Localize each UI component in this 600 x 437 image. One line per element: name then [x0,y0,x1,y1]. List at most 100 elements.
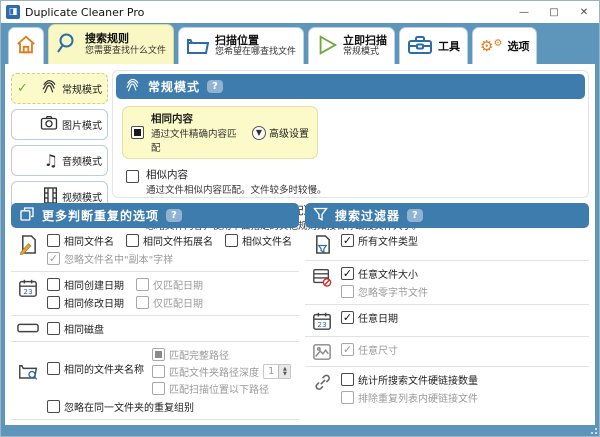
calendar-icon: 23 [309,310,335,331]
modified-date-only-label: 仅匹配日期 [153,295,203,310]
window-title: Duplicate Cleaner Pro [25,6,509,19]
sidebar-item-label: 图片模式 [62,117,102,132]
titlebar: ◨ Duplicate Cleaner Pro — □ ✕ [1,1,599,23]
tab-scan-now[interactable]: 立即扫描 常规模式 [308,27,395,64]
help-button[interactable]: ? [407,209,423,222]
same-folder-name-label: 相同的文件夹名称 [64,361,144,376]
tab-scan-now-label: 立即扫描 [343,34,387,48]
exclude-hardlinks-checkbox[interactable] [341,391,354,404]
tab-scan-location[interactable]: 扫描位置 您希望在哪查找文件 [178,27,304,64]
folder-group: 相同的文件夹名称 匹配完整路径 匹配文件夹路径深度 1 [11,342,299,420]
funnel-icon [313,207,328,225]
same-created-date-label: 相同创建日期 [64,277,124,292]
similar-content-checkbox[interactable] [126,170,139,183]
exclude-hardlinks-label: 排除重复列表内硬链接文件 [358,390,478,405]
hardlink-row: 统计所搜索文件硬链接数量 排除重复列表内硬链接文件 [305,367,589,410]
panel-title: 更多判断重复的选项 [42,207,159,224]
image-icon [309,342,335,361]
similar-filename-checkbox[interactable] [225,234,238,247]
tab-options[interactable]: ⚙⚙ 选项 [472,27,537,64]
tab-scan-location-subtitle: 您希望在哪查找文件 [215,47,296,58]
sidebar-item-audio-mode[interactable]: ♫ 音频模式 [11,145,108,176]
same-modified-date-label: 相同修改日期 [64,295,124,310]
option-similar-content[interactable]: 相似内容 通过文件相似内容匹配。文件较多时较慢。 [116,163,585,199]
fingerprint-icon [40,78,58,99]
size-list-icon [309,266,335,287]
all-file-types-checkbox[interactable] [341,234,354,247]
sidebar-item-image-mode[interactable]: 图片模式 [11,109,108,140]
close-button[interactable]: ✕ [569,1,599,23]
count-hardlinks-checkbox[interactable] [341,373,354,386]
match-depth-checkbox[interactable] [152,365,165,378]
status-strip [1,425,599,436]
any-date-checkbox[interactable] [341,311,354,324]
copy-pages-icon [19,206,35,225]
tab-search-rules[interactable]: 搜索规则 您需要查找什么文件 [48,24,174,64]
same-extension-checkbox[interactable] [126,234,139,247]
tab-tools[interactable]: 工具 [399,27,468,64]
regular-mode-panel: 常规模式 ? 相同内容 通过文件精确内容匹配 ▼ 高级设置 相似内容 通过文件 [112,70,589,198]
ignore-same-folder-label: 忽略在同一文件夹的重复组别 [64,399,194,414]
tab-options-label: 选项 [507,38,529,54]
resize-grip[interactable] [588,425,598,435]
music-note-icon: ♫ [44,153,58,169]
match-below-scan-label: 匹配扫描位置以下路径 [169,381,269,396]
search-filter-panel: 搜索过滤器 ? 所有文件类型 [305,203,589,421]
same-filename-checkbox[interactable] [47,234,60,247]
sidebar-item-label: 音频模式 [62,153,102,168]
ignore-copy-word-checkbox[interactable] [47,252,60,265]
ignore-same-folder-checkbox[interactable] [47,400,60,413]
depth-stepper[interactable]: 1 ▲▼ [263,364,291,379]
created-date-only-label: 仅匹配日期 [153,277,203,292]
match-below-scan-checkbox[interactable] [152,382,165,395]
same-disk-checkbox[interactable] [47,322,60,335]
match-full-path-radio[interactable] [152,348,165,361]
home-icon [15,34,37,59]
stepper-arrows-icon[interactable]: ▲▼ [278,365,290,378]
help-button[interactable]: ? [207,80,223,93]
any-dimension-checkbox[interactable] [341,343,354,356]
any-file-size-checkbox[interactable] [341,267,354,280]
dimension-row: 任意尺寸 [305,337,589,367]
same-content-checkbox[interactable] [131,126,144,139]
maximize-button[interactable]: □ [539,1,569,23]
svg-text:23: 23 [23,287,33,296]
similar-filename-label: 相似文件名 [242,233,292,248]
ignore-zero-byte-checkbox[interactable] [341,285,354,298]
depth-value: 1 [264,366,278,377]
tab-strip: 搜索规则 您需要查找什么文件 扫描位置 您希望在哪查找文件 立即扫描 常规模式 [1,23,599,64]
more-options-panel: 更多判断重复的选项 ? 相同文件名 相同文件拓展名 相似文件名 [11,203,299,421]
option-same-content[interactable]: 相同内容 通过文件精确内容匹配 ▼ 高级设置 [122,106,318,159]
tab-home[interactable] [8,27,44,64]
help-button[interactable]: ? [166,209,182,222]
search-icon [56,31,80,58]
advanced-settings-button[interactable]: ▼ 高级设置 [252,125,309,140]
sidebar-item-label: 视频模式 [62,189,102,204]
app-window: ◨ Duplicate Cleaner Pro — □ ✕ 搜索规则 您需要查找… [0,0,600,437]
date-row: 23 任意日期 [305,305,589,337]
modified-date-only-checkbox[interactable] [136,296,149,309]
file-type-row: 所有文件类型 [305,228,589,261]
app-icon: ◨ [6,5,20,19]
tab-search-rules-subtitle: 您需要查找什么文件 [85,46,166,57]
filename-group: 相同文件名 相同文件拓展名 相似文件名 忽略文件名中"副本"字样 [11,228,299,272]
all-file-types-label: 所有文件类型 [358,233,418,248]
mode-sidebar: ✓ 常规模式 图片模式 ♫ 音频模式 视频模式 [11,73,108,217]
created-date-only-checkbox[interactable] [136,278,149,291]
tab-search-rules-label: 搜索规则 [85,32,166,46]
same-folder-name-checkbox[interactable] [47,362,60,375]
folder-search-icon [15,347,41,381]
panel-title: 搜索过滤器 [335,207,400,224]
panel-title: 常规模式 [148,78,200,95]
minimize-button[interactable]: — [509,1,539,23]
regular-mode-header: 常规模式 ? [116,74,585,99]
sidebar-item-regular-mode[interactable]: ✓ 常规模式 [11,73,108,104]
chevron-down-icon: ▼ [252,126,266,140]
advanced-settings-label: 高级设置 [269,125,309,140]
more-options-header: 更多判断重复的选项 ? [11,203,299,228]
same-created-date-checkbox[interactable] [47,278,60,291]
same-modified-date-checkbox[interactable] [47,296,60,309]
option-title: 相似内容 [146,167,327,182]
check-icon: ✓ [17,81,28,96]
ignore-zero-byte-label: 忽略零字节文件 [358,284,428,299]
